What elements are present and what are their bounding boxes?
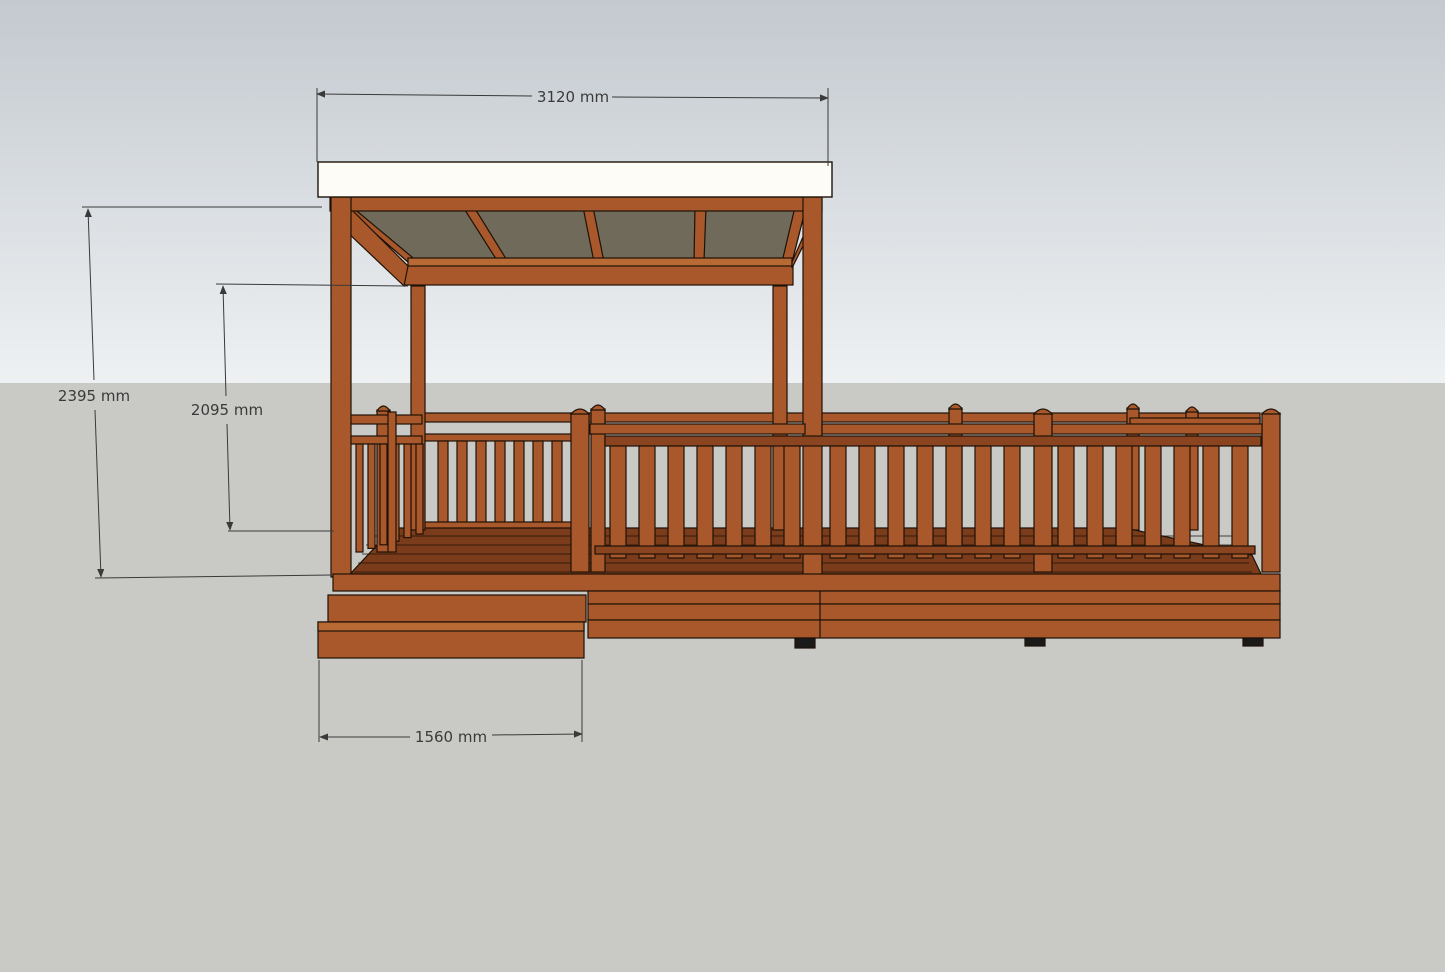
front-baluster <box>609 445 627 559</box>
front-top-rail-a <box>589 423 806 435</box>
front-baluster <box>1115 445 1133 559</box>
back-baluster <box>513 440 525 532</box>
front-baluster <box>829 445 847 559</box>
side-baluster <box>367 443 376 550</box>
ground <box>0 383 1445 972</box>
step-width-label: 1560 mm <box>415 728 487 746</box>
deck-fascia-board <box>587 603 1281 621</box>
back-baluster <box>551 440 563 532</box>
front-baluster <box>1086 445 1104 559</box>
front-baluster <box>945 445 963 559</box>
back-baluster <box>437 440 449 532</box>
front-baluster <box>696 445 714 559</box>
pergola-front-post-right <box>802 196 823 578</box>
side-baluster <box>355 443 364 553</box>
front-baluster <box>1231 445 1249 559</box>
front-baluster <box>783 445 801 559</box>
front-baluster <box>725 445 743 559</box>
width-top-label: 3120 mm <box>537 88 609 106</box>
side-rail-post-inner <box>387 411 397 553</box>
front-bottom-rail <box>594 545 1256 555</box>
back-baluster <box>456 440 468 532</box>
pergola-rafter <box>693 206 707 263</box>
front-baluster <box>1003 445 1021 559</box>
side-baluster <box>415 443 424 535</box>
step-lower-tread-edge <box>317 621 585 632</box>
front-baluster <box>1144 445 1162 559</box>
front-mid-rail <box>604 435 1262 447</box>
side-baluster <box>379 443 388 546</box>
foot <box>1024 637 1046 647</box>
back-baluster <box>475 440 487 532</box>
front-baluster <box>667 445 685 559</box>
height-inner-label: 2095 mm <box>191 401 263 419</box>
front-baluster <box>858 445 876 559</box>
foot <box>794 637 816 649</box>
height-total-label: 2395 mm <box>58 387 130 405</box>
front-top-rail-c <box>1051 423 1263 435</box>
step-upper-tread <box>327 594 587 623</box>
roof-slab <box>317 161 833 198</box>
pergola-rear-beam-top <box>407 257 793 267</box>
deck-fascia-top <box>332 573 1281 592</box>
back-baluster <box>494 440 506 532</box>
front-baluster <box>974 445 992 559</box>
back-baluster <box>532 440 544 532</box>
pergola-front-post-left <box>330 196 352 578</box>
back-mid-rail <box>423 433 575 442</box>
front-baluster <box>887 445 905 559</box>
front-top-rail-b <box>821 423 1035 435</box>
side-top-rail <box>349 414 423 425</box>
deck-fascia-board <box>587 619 1281 639</box>
pergola-canopy <box>343 206 807 263</box>
front-baluster <box>1173 445 1191 559</box>
roof-group <box>317 161 833 198</box>
front-baluster <box>638 445 656 559</box>
deck-fascia-board <box>587 590 1281 605</box>
pergola-rear-beam <box>403 264 794 286</box>
foot <box>1242 637 1264 647</box>
side-baluster <box>403 443 412 539</box>
front-baluster <box>754 445 772 559</box>
front-baluster <box>916 445 934 559</box>
front-baluster <box>1057 445 1075 559</box>
side-mid-rail <box>349 435 423 445</box>
pergola-front-beam <box>329 196 823 212</box>
front-post <box>1261 412 1281 573</box>
front-baluster <box>1202 445 1220 559</box>
deck-drawing: 3120 mm 2395 mm 2095 mm 1560 mm <box>0 0 1445 972</box>
front-post <box>570 412 590 573</box>
